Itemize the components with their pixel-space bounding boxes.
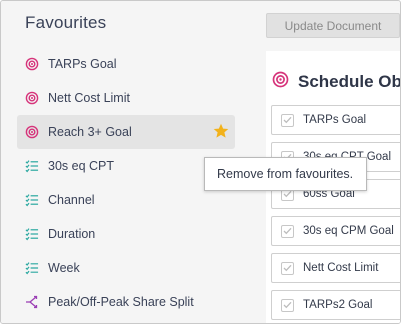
checkbox[interactable] bbox=[281, 224, 294, 238]
fav-item-nett-cost-limit[interactable]: Nett Cost Limit bbox=[17, 81, 235, 115]
fav-item-tarps-goal[interactable]: TARPs Goal bbox=[17, 47, 235, 81]
favourites-list: TARPs Goal Nett Cost Limit Reach 3+ Goal bbox=[17, 47, 235, 319]
fav-item-label: TARPs Goal bbox=[48, 57, 117, 71]
fav-item-channel[interactable]: Channel bbox=[17, 183, 235, 217]
panel-title: Schedule Obj bbox=[298, 72, 401, 91]
objective-item[interactable]: Nett Cost Limit bbox=[271, 253, 400, 283]
objective-item[interactable]: TARPs2 Goal bbox=[271, 290, 400, 320]
update-document-button[interactable]: Update Document bbox=[266, 13, 400, 38]
objective-label: TARPs Goal bbox=[303, 114, 367, 126]
panel-header: Schedule Obj bbox=[272, 71, 401, 93]
fav-item-duration[interactable]: Duration bbox=[17, 217, 235, 251]
checklist-icon bbox=[25, 227, 39, 241]
fav-item-label: Reach 3+ Goal bbox=[48, 125, 132, 139]
target-icon bbox=[25, 125, 39, 139]
objective-item[interactable]: 30s eq CPM Goal bbox=[271, 216, 400, 246]
tooltip: Remove from favourites. bbox=[204, 157, 367, 191]
fav-item-label: Nett Cost Limit bbox=[48, 91, 130, 105]
fav-item-peak-off-peak-share-split[interactable]: Peak/Off-Peak Share Split bbox=[17, 285, 235, 319]
objective-item[interactable]: TARPs Goal bbox=[271, 105, 400, 135]
checklist-icon bbox=[25, 193, 39, 207]
objective-label: TARPs2 Goal bbox=[303, 299, 373, 311]
fav-item-label: Channel bbox=[48, 193, 95, 207]
split-icon bbox=[25, 295, 39, 309]
checkbox[interactable] bbox=[281, 113, 294, 127]
objective-label: 30s eq CPM Goal bbox=[303, 225, 394, 237]
fav-item-reach-3-goal[interactable]: Reach 3+ Goal bbox=[17, 115, 235, 149]
fav-item-30s-eq-cpt[interactable]: 30s eq CPT bbox=[17, 149, 235, 183]
fav-item-label: Week bbox=[48, 261, 80, 275]
target-icon bbox=[25, 91, 39, 105]
checklist-icon bbox=[25, 261, 39, 275]
checkbox[interactable] bbox=[281, 261, 294, 275]
checkbox[interactable] bbox=[281, 298, 294, 312]
target-icon bbox=[25, 57, 39, 71]
objective-label: Nett Cost Limit bbox=[303, 262, 379, 274]
fav-item-label: Peak/Off-Peak Share Split bbox=[48, 295, 194, 309]
checklist-icon bbox=[25, 159, 39, 173]
sidebar-title: Favourites bbox=[25, 13, 107, 32]
star-icon[interactable] bbox=[213, 123, 229, 139]
objectives-list: TARPs Goal 30s eq CPT Goal 60ss Goal 30s… bbox=[271, 105, 400, 323]
fav-item-label: Duration bbox=[48, 227, 96, 241]
fav-item-week[interactable]: Week bbox=[17, 251, 235, 285]
target-icon bbox=[272, 71, 289, 93]
fav-item-label: 30s eq CPT bbox=[48, 159, 115, 173]
window: Favourites TARPs Goal Nett Cost Limit Re… bbox=[0, 0, 401, 324]
